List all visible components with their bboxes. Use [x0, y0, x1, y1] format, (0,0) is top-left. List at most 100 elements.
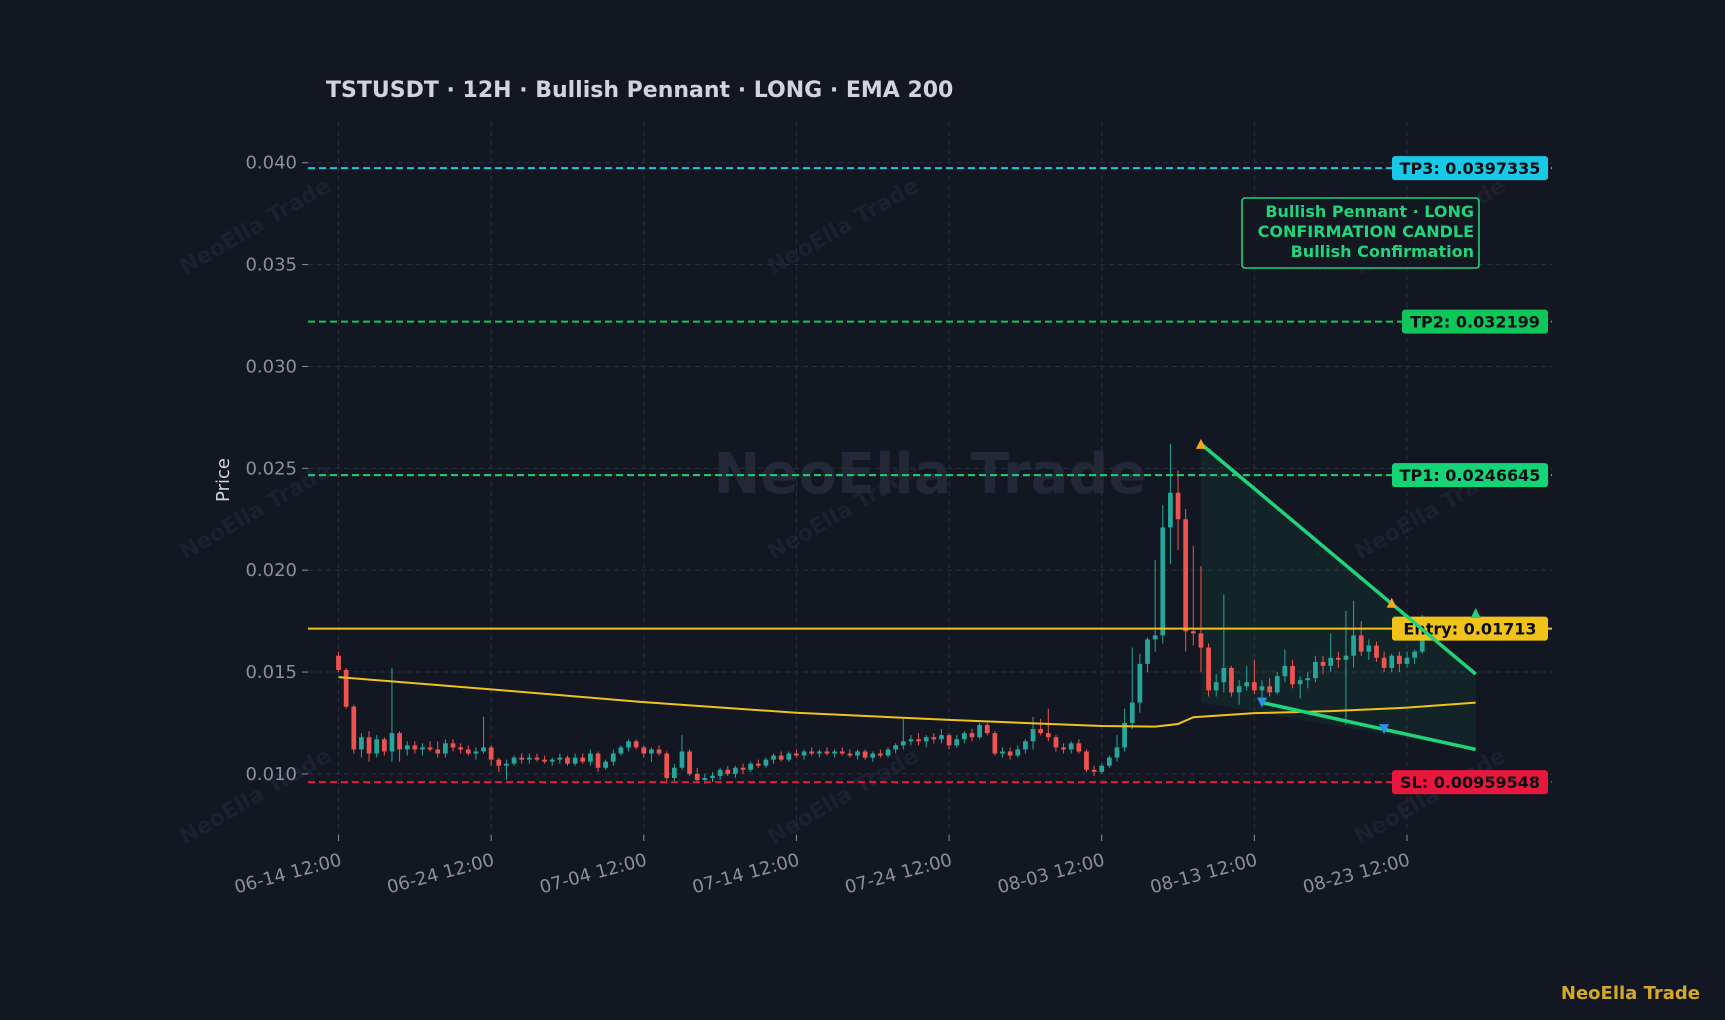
y-tick-label: 0.010 — [245, 764, 297, 785]
candle-body — [923, 737, 929, 742]
level-label-tp3: TP3: 0.0397335 — [1400, 159, 1541, 178]
candle-body — [984, 724, 990, 734]
candle-body — [1305, 678, 1311, 681]
candle-body — [1190, 631, 1196, 634]
candle-body — [702, 777, 708, 780]
x-tick-label: 07-24 12:00 — [843, 850, 955, 899]
candle-body — [839, 751, 845, 754]
candle-body — [939, 735, 944, 740]
candle-body — [633, 741, 639, 748]
candle-body — [1206, 647, 1211, 691]
candle-body — [381, 739, 387, 752]
candle-body — [496, 759, 502, 766]
candle-body — [710, 775, 715, 778]
candle-body — [855, 751, 860, 756]
candle-body — [435, 749, 441, 754]
candle-body — [778, 755, 784, 760]
candle-body — [1000, 751, 1005, 754]
watermark-text: NeoElla Trade — [1351, 744, 1511, 851]
candle-body — [603, 761, 609, 768]
candle-body — [977, 724, 982, 738]
candle-body — [595, 753, 601, 768]
candle-body — [1175, 492, 1181, 520]
candle-body — [1282, 665, 1288, 677]
candle-body — [1320, 661, 1326, 666]
candle-body — [1152, 635, 1158, 640]
candle-body — [916, 739, 921, 742]
candle-body — [954, 739, 960, 746]
candle-body — [1076, 743, 1082, 752]
annotation-line-2: CONFIRMATION CANDLE — [1258, 222, 1474, 241]
candle-body — [359, 737, 364, 750]
y-axis-label: Price — [213, 458, 234, 502]
candle-body — [458, 747, 464, 750]
candle-body — [1313, 661, 1318, 679]
candle-body — [1030, 729, 1036, 742]
x-tick-label: 06-24 12:00 — [385, 850, 497, 899]
pennant-fill — [1200, 443, 1476, 750]
candle-body — [1274, 676, 1280, 693]
confirmation-annotation: Bullish Pennant · LONG CONFIRMATION CAND… — [1241, 197, 1480, 269]
candle-body — [1343, 655, 1349, 660]
candle-body — [1183, 519, 1189, 632]
candle-body — [1198, 633, 1204, 648]
candle-body — [1290, 665, 1295, 685]
candle-body — [420, 747, 425, 750]
chart-title: TSTUSDT · 12H · Bullish Pennant · LONG ·… — [326, 78, 953, 103]
x-tick-label: 07-14 12:00 — [690, 850, 802, 899]
candle-body — [870, 753, 876, 758]
pennant-fill-layer — [1200, 443, 1476, 750]
candle-body — [893, 745, 899, 750]
candle-body — [885, 749, 891, 756]
candle-body — [740, 767, 746, 770]
candle-body — [526, 757, 532, 760]
candle-body — [427, 747, 433, 750]
candle-body — [946, 735, 952, 746]
candle-body — [1091, 769, 1097, 772]
x-tick-label: 07-04 12:00 — [538, 850, 650, 899]
candle-body — [824, 751, 830, 754]
candle-body — [549, 759, 555, 762]
candle-body — [465, 749, 471, 754]
candle-body — [542, 759, 547, 762]
candle-body — [1129, 702, 1135, 723]
candle-body — [1259, 686, 1265, 691]
y-tick-label: 0.040 — [245, 153, 297, 174]
candle-body — [565, 757, 570, 764]
candle-body — [397, 733, 402, 750]
x-tick-label: 08-03 12:00 — [995, 850, 1107, 899]
candle-body — [1297, 680, 1303, 685]
candle-body — [717, 769, 723, 776]
y-tick-label: 0.020 — [245, 560, 297, 581]
candle-body — [343, 669, 349, 707]
candle-body — [557, 757, 563, 760]
level-label-sl: SL: 0.00959548 — [1400, 773, 1540, 792]
candle-body — [404, 745, 410, 750]
candle-body — [366, 737, 372, 754]
candle-body — [755, 763, 761, 766]
candle-body — [664, 753, 670, 778]
y-tick-label: 0.025 — [245, 458, 297, 479]
candle-body — [1061, 747, 1066, 750]
candle-body — [1412, 651, 1417, 658]
candle-body — [671, 767, 677, 778]
candle-body — [473, 751, 479, 754]
candle-body — [687, 751, 692, 774]
candle-body — [572, 757, 578, 764]
candle-body — [801, 751, 807, 756]
candle-body — [1335, 657, 1341, 660]
candle-body — [908, 739, 914, 742]
candle-body — [847, 753, 853, 756]
swing-high-marker — [1195, 438, 1206, 449]
candle-body — [1106, 757, 1112, 766]
candle-body — [1366, 645, 1372, 652]
candle-body — [1213, 682, 1219, 691]
candle-body — [580, 757, 586, 762]
candle-body — [961, 733, 967, 740]
candle-body — [1145, 639, 1150, 664]
brand-label: NeoElla Trade — [1560, 983, 1700, 1004]
candle-body — [679, 751, 685, 768]
candle-body — [900, 741, 906, 746]
candle-body — [1084, 751, 1089, 770]
annotation-line-1: Bullish Pennant · LONG — [1265, 202, 1474, 221]
